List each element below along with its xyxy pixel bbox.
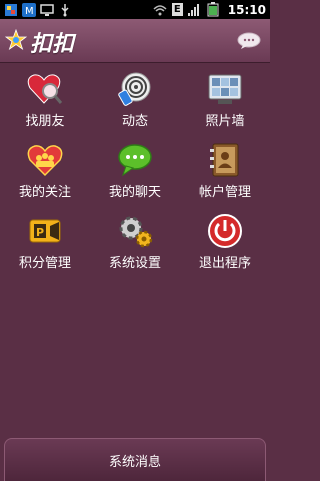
system-messages-button[interactable]: 系统消息 xyxy=(4,438,266,481)
power-icon xyxy=(206,212,244,250)
app-title: 扣扣 xyxy=(30,32,75,57)
menu-item-exit-program[interactable]: 退出程序 xyxy=(180,208,270,271)
photo-wall-icon xyxy=(206,70,244,108)
menu-item-points-management[interactable]: P 积分管理 xyxy=(0,208,90,271)
menu-label: 系统设置 xyxy=(108,256,161,271)
clock: 15:10 xyxy=(227,2,266,17)
svg-text:P: P xyxy=(36,226,44,239)
menu-item-find-friends[interactable]: 找朋友 xyxy=(0,66,90,129)
menu-label: 退出程序 xyxy=(198,256,251,271)
menu-item-my-chats[interactable]: 我的聊天 xyxy=(90,137,180,200)
menu-label: 照片墙 xyxy=(205,114,245,129)
signal-icon xyxy=(187,2,202,17)
menu-item-account-management[interactable]: 帐户管理 xyxy=(180,137,270,200)
menu-item-activity[interactable]: 动态 xyxy=(90,66,180,129)
points-icon: P xyxy=(26,212,64,250)
star-logo-icon xyxy=(4,28,28,51)
wifi-icon xyxy=(153,2,168,17)
menu-label: 帐户管理 xyxy=(198,185,251,200)
address-book-icon xyxy=(206,141,244,179)
follow-heart-icon xyxy=(26,141,64,179)
usb-icon xyxy=(57,2,72,17)
menu-item-photo-wall[interactable]: 照片墙 xyxy=(180,66,270,129)
settings-gears-icon xyxy=(116,212,154,250)
menu-item-system-settings[interactable]: 系统设置 xyxy=(90,208,180,271)
app-header: 扣扣 xyxy=(0,19,270,63)
system-messages-label: 系统消息 xyxy=(108,454,161,470)
chat-bubble-header-icon[interactable] xyxy=(237,32,261,50)
menu-label: 积分管理 xyxy=(18,256,71,271)
heart-search-icon xyxy=(26,70,64,108)
status-bar: M E 15:10 xyxy=(0,0,270,19)
battery-icon xyxy=(206,2,221,17)
svg-text:M: M xyxy=(25,6,34,17)
activity-icon xyxy=(116,70,154,108)
menu-label: 动态 xyxy=(121,114,148,129)
e-icon: E xyxy=(171,3,183,16)
app-icon xyxy=(3,2,18,17)
menu-item-my-follows[interactable]: 我的关注 xyxy=(0,137,90,200)
menu-label: 我的聊天 xyxy=(108,185,161,200)
chat-bubble-icon xyxy=(116,141,154,179)
menu-grid: 找朋友 动态 照片墙 我的关注 我的聊天 帐户管理 P 积分管理 系统设置 退出… xyxy=(0,66,270,271)
monitor-icon xyxy=(39,2,54,17)
m-icon: M xyxy=(21,2,36,17)
menu-label: 找朋友 xyxy=(25,114,65,129)
menu-label: 我的关注 xyxy=(18,185,71,200)
